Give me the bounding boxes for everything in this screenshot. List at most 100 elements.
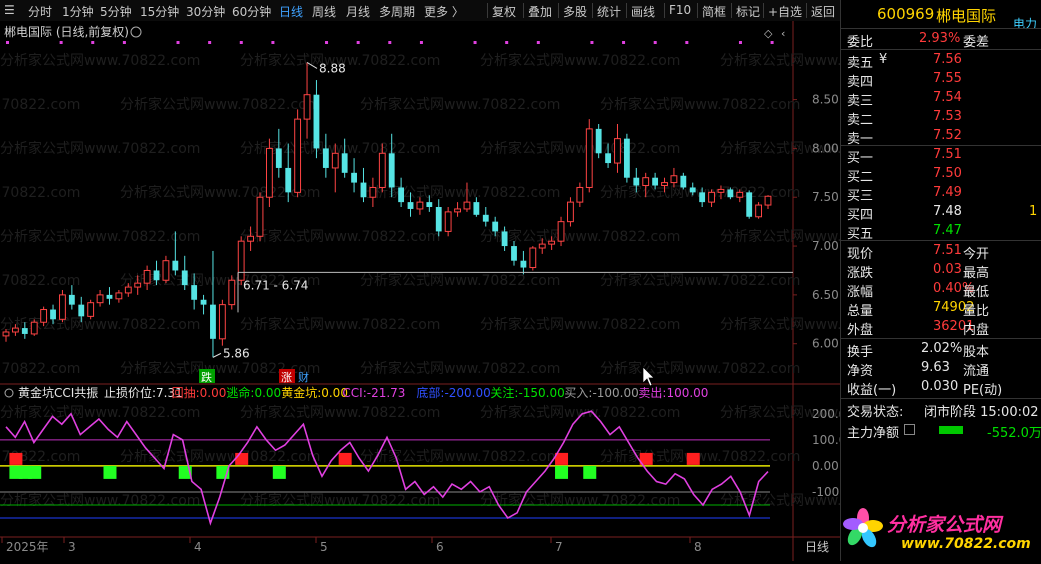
candle-body[interactable]	[172, 260, 179, 271]
period-tab-3[interactable]: 15分钟	[140, 3, 179, 20]
candle-body[interactable]	[275, 148, 282, 168]
period-tab-1[interactable]: 1分钟	[62, 3, 94, 20]
period-tab-4[interactable]: 30分钟	[186, 3, 225, 20]
toolbar-button-6[interactable]: 简框	[702, 3, 726, 20]
main-flow-icon[interactable]	[904, 424, 915, 435]
candle-body[interactable]	[585, 128, 593, 188]
candle-body[interactable]	[40, 309, 48, 323]
candle-body[interactable]	[548, 240, 556, 245]
candle-body[interactable]	[511, 246, 517, 261]
candle-body[interactable]	[247, 235, 255, 242]
candle-body[interactable]	[210, 304, 216, 339]
candle-body[interactable]	[351, 172, 357, 183]
candle-body[interactable]	[134, 282, 142, 288]
candle-body[interactable]	[520, 260, 527, 268]
candle-body[interactable]	[473, 202, 480, 215]
candle-body[interactable]	[228, 279, 236, 306]
candle-body[interactable]	[633, 177, 640, 186]
period-tab-0[interactable]: 分时	[28, 3, 52, 20]
candle-body[interactable]	[285, 167, 292, 193]
toolbar-button-0[interactable]: 复权	[492, 3, 516, 20]
candle-body[interactable]	[294, 118, 302, 193]
candle-body[interactable]	[652, 177, 659, 186]
candle-body[interactable]	[567, 201, 574, 223]
toolbar-button-2[interactable]: 多股	[563, 3, 587, 20]
toolbar-button-8[interactable]: +自选	[768, 3, 802, 20]
toolbar-button-9[interactable]: 返回	[811, 3, 835, 20]
candle-body[interactable]	[218, 304, 226, 340]
period-tab-8[interactable]: 月线	[346, 3, 370, 20]
candle-body[interactable]	[322, 148, 329, 168]
candle-body[interactable]	[200, 299, 207, 305]
candle-body[interactable]	[398, 187, 405, 203]
candle-body[interactable]	[378, 152, 386, 188]
candle-body[interactable]	[265, 147, 273, 198]
period-tab-7[interactable]: 周线	[312, 3, 336, 20]
candle-body[interactable]	[87, 302, 95, 317]
collapse-icon[interactable]: ‹	[781, 27, 785, 40]
candle-body[interactable]	[181, 270, 188, 286]
period-tab-5[interactable]: 60分钟	[232, 3, 271, 20]
candle-body[interactable]	[96, 294, 104, 304]
toolbar-button-5[interactable]: F10	[669, 3, 691, 17]
candle-body[interactable]	[576, 186, 584, 203]
period-tab-10[interactable]: 更多 〉	[424, 3, 464, 20]
candle-body[interactable]	[605, 153, 611, 164]
candle-body[interactable]	[162, 260, 170, 281]
candle-body[interactable]	[30, 321, 38, 335]
candle-body[interactable]	[736, 191, 744, 198]
toolbar-button-1[interactable]: 叠加	[528, 3, 552, 20]
diamond-icon[interactable]: ◇	[764, 27, 773, 40]
candle-body[interactable]	[717, 188, 725, 193]
menu-icon[interactable]: ☰	[4, 3, 15, 17]
candle-body[interactable]	[153, 270, 160, 281]
period-tab-9[interactable]: 多周期	[379, 3, 415, 20]
candle-body[interactable]	[237, 240, 245, 281]
candle-body[interactable]	[78, 304, 85, 317]
candle-body[interactable]	[463, 201, 471, 210]
candle-body[interactable]	[416, 201, 424, 210]
candle-body[interactable]	[11, 327, 19, 333]
candle-body[interactable]	[21, 328, 28, 334]
candle-body[interactable]	[501, 231, 508, 247]
candle-body[interactable]	[595, 128, 602, 154]
period-tab-2[interactable]: 5分钟	[100, 3, 132, 20]
candle-body[interactable]	[482, 214, 489, 222]
candle-body[interactable]	[746, 192, 753, 217]
candle-body[interactable]	[68, 294, 75, 305]
candle-body[interactable]	[557, 221, 565, 242]
candle-body[interactable]	[454, 208, 461, 213]
candle-body[interactable]	[642, 177, 650, 187]
candle-body[interactable]	[661, 182, 668, 187]
candle-body[interactable]	[303, 94, 311, 120]
toolbar-button-7[interactable]: 标记	[736, 3, 760, 20]
candle-body[interactable]	[708, 191, 715, 203]
candle-body[interactable]	[538, 243, 546, 249]
candle-body[interactable]	[313, 94, 320, 149]
candle-body[interactable]	[360, 182, 367, 198]
candle-body[interactable]	[689, 187, 696, 193]
candle-body[interactable]	[755, 204, 763, 218]
candle-body[interactable]	[388, 153, 395, 188]
candle-body[interactable]	[426, 202, 433, 207]
candle-body[interactable]	[143, 269, 151, 284]
candle-body[interactable]	[115, 292, 123, 300]
toolbar-button-4[interactable]: 画线	[631, 3, 655, 20]
candle-body[interactable]	[727, 189, 734, 198]
kline-chart[interactable]: 分析家公式网www.70822.com 分析家公式网www.70822.com 分析…	[0, 21, 1040, 561]
chart-area[interactable]: 分析家公式网www.70822.com 分析家公式网www.70822.com 分析…	[0, 21, 1040, 561]
candle-body[interactable]	[614, 138, 621, 164]
candle-body[interactable]	[492, 221, 499, 232]
candle-body[interactable]	[191, 285, 198, 300]
candle-body[interactable]	[444, 211, 452, 232]
candle-body[interactable]	[59, 294, 66, 320]
toolbar-button-3[interactable]: 统计	[597, 3, 621, 20]
candle-body[interactable]	[341, 153, 348, 173]
candle-body[interactable]	[764, 195, 772, 206]
candle-body[interactable]	[256, 196, 264, 237]
candle-body[interactable]	[435, 207, 442, 232]
candle-body[interactable]	[623, 138, 630, 178]
candle-body[interactable]	[407, 202, 414, 209]
candle-body[interactable]	[369, 186, 377, 198]
candle-body[interactable]	[680, 175, 687, 188]
